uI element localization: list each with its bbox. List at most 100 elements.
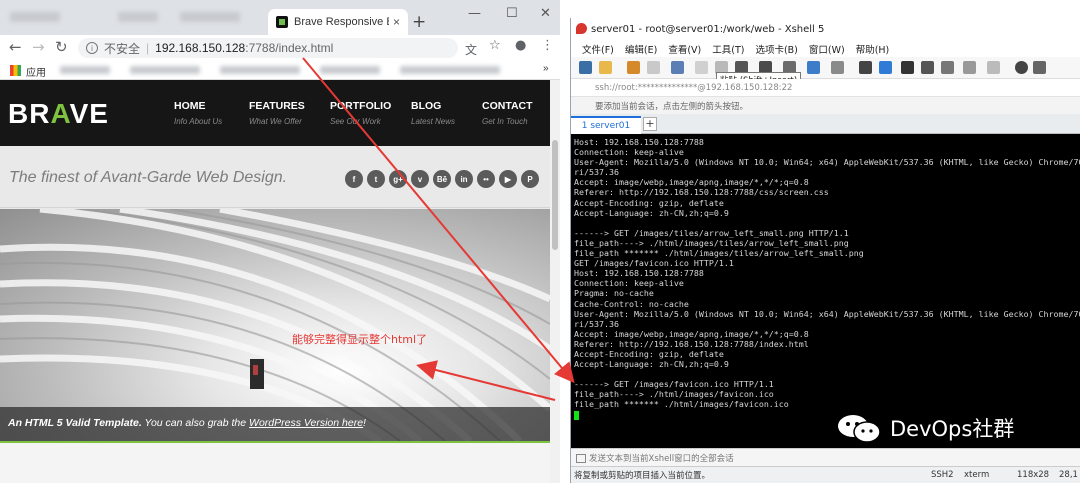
apps-icon[interactable]	[10, 65, 21, 76]
linkedin-icon[interactable]: in	[455, 170, 473, 188]
blurred-bookmark[interactable]	[130, 66, 200, 74]
bookmark-apps[interactable]: 应用	[26, 64, 46, 79]
menu-item[interactable]: 查看(V)	[668, 42, 701, 56]
keyboard-icon[interactable]	[941, 61, 954, 74]
menu-item[interactable]: 选项卡(B)	[755, 42, 797, 56]
blurred-tab[interactable]	[10, 12, 60, 22]
script-icon[interactable]	[859, 61, 872, 74]
disconnect-icon[interactable]	[647, 61, 660, 74]
open-folder-icon[interactable]	[599, 61, 612, 74]
bookmarks-overflow[interactable]: »	[543, 63, 549, 74]
nav-home[interactable]: HOME Info About Us	[174, 100, 222, 126]
back-icon[interactable]: ←	[9, 38, 22, 56]
xshell-logo-icon	[576, 23, 587, 34]
xshell-titlebar: server01 - root@server01:/work/web - Xsh…	[571, 18, 1080, 40]
behance-icon[interactable]: Bē	[433, 170, 451, 188]
address-bar[interactable]: i 不安全 | 192.168.150.128 :7788/index.html	[78, 38, 458, 58]
menu-item[interactable]: 帮助(H)	[856, 42, 890, 56]
terminal[interactable]: Host: 192.168.150.128:7788 Connection: ke…	[571, 134, 1080, 448]
add-icon[interactable]	[963, 61, 976, 74]
status-pos: 28,1	[1059, 470, 1078, 480]
compose-input[interactable]: 发送文本到当前Xshell窗口的全部会话	[571, 448, 1080, 466]
compose-icon[interactable]	[879, 61, 892, 74]
terminal-line: Accept: image/webp,image/apng,image/*,*/…	[574, 328, 809, 339]
hero-caption-bar: An HTML 5 Valid Template. You can also g…	[0, 407, 550, 441]
googleplus-icon[interactable]: g+	[389, 170, 407, 188]
nav-title: FEATURES	[249, 100, 305, 112]
terminal-line: Referer: http://192.168.150.128:7788/ind…	[574, 338, 809, 349]
nav-portfolio[interactable]: PORTFOLIO See Our Work	[330, 100, 391, 126]
close-tab-icon[interactable]: ×	[393, 15, 400, 29]
font-icon[interactable]	[831, 61, 844, 74]
maximize-icon[interactable]: ☐	[506, 6, 518, 21]
favicon-icon	[276, 16, 288, 28]
new-session-icon[interactable]	[579, 61, 592, 74]
help-icon[interactable]	[1015, 61, 1028, 74]
globe-icon[interactable]	[807, 61, 820, 74]
info-icon[interactable]: i	[86, 42, 98, 54]
site-logo[interactable]: BRAVE	[8, 98, 109, 130]
blurred-bookmark[interactable]	[60, 66, 110, 74]
status-term: xterm	[964, 470, 990, 480]
blurred-bookmark[interactable]	[400, 66, 500, 74]
bookmark-star-icon[interactable]: ☆	[489, 38, 501, 53]
blurred-bookmark[interactable]	[320, 66, 380, 74]
chat-icon[interactable]	[1033, 61, 1046, 74]
reload-icon[interactable]: ↻	[55, 38, 68, 56]
blurred-tab[interactable]	[180, 12, 240, 22]
scroll-thumb[interactable]	[552, 140, 558, 250]
terminal-line: file_path ******* ./html/images/tiles/ar…	[574, 248, 864, 259]
close-window-icon[interactable]: ✕	[540, 6, 551, 21]
menu-item[interactable]: 工具(T)	[712, 42, 744, 56]
terminal-line: User-Agent: Mozilla/5.0 (Windows NT 10.0…	[574, 157, 1080, 168]
pinterest-icon[interactable]: P	[521, 170, 539, 188]
wordpress-link[interactable]: WordPress Version here	[249, 417, 363, 429]
terminal-cursor	[574, 410, 579, 420]
browser-window: Brave Responsive Bu × + — ☐ ✕ ← → ↻ i 不安…	[0, 0, 560, 483]
terminal-line: Cache-Control: no-cache	[574, 298, 689, 309]
nav-subtitle: What We Offer	[249, 117, 302, 126]
blurred-bookmark[interactable]	[220, 66, 300, 74]
web-page: BRAVE HOME Info About Us FEATURES What We …	[0, 80, 550, 483]
forward-icon[interactable]: →	[32, 38, 45, 56]
youtube-icon[interactable]: ▶	[499, 170, 517, 188]
menu-icon[interactable]: ⋮	[541, 38, 554, 53]
fullscreen-icon[interactable]	[901, 61, 914, 74]
menu-item[interactable]: 文件(F)	[582, 42, 614, 56]
add-tab-button[interactable]: +	[643, 117, 657, 131]
connect-icon[interactable]	[627, 61, 640, 74]
layout-icon[interactable]	[987, 61, 1000, 74]
terminal-line: GET /images/favicon.ico HTTP/1.1	[574, 258, 734, 269]
status-ssh: SSH2	[931, 470, 954, 480]
properties-icon[interactable]	[671, 61, 684, 74]
session-address[interactable]: ssh://root:**************@192.168.150.12…	[571, 79, 1080, 97]
minimize-icon[interactable]: —	[468, 6, 481, 21]
menu-item[interactable]: 窗口(W)	[809, 42, 845, 56]
page-scrollbar[interactable]	[550, 80, 560, 483]
translate-icon[interactable]: 文	[465, 41, 477, 58]
facebook-icon[interactable]: f	[345, 170, 363, 188]
blurred-tab[interactable]	[118, 12, 158, 22]
nav-features[interactable]: FEATURES What We Offer	[249, 100, 305, 126]
menu-item[interactable]: 编辑(E)	[625, 42, 657, 56]
twitter-icon[interactable]: t	[367, 170, 385, 188]
bookmarks-bar: 应用 »	[0, 60, 560, 80]
nav-blog[interactable]: BLOG Latest News	[411, 100, 455, 126]
vimeo-icon[interactable]: v	[411, 170, 429, 188]
logo-accent: A	[50, 98, 70, 129]
tab-server01[interactable]: 1 server01	[571, 116, 641, 134]
terminal-line: ------> GET /images/tiles/arrow_left_sma…	[574, 227, 849, 238]
lock-icon[interactable]	[921, 61, 934, 74]
flickr-icon[interactable]: ••	[477, 170, 495, 188]
browser-tab-strip: Brave Responsive Bu × + — ☐ ✕	[0, 0, 560, 35]
nav-contact[interactable]: CONTACT Get In Touch	[482, 100, 533, 126]
copy-icon[interactable]	[695, 61, 708, 74]
social-links: f t g+ v Bē in •• ▶ P	[345, 170, 539, 188]
tagline-bar: The finest of Avant-Garde Web Design. ft…	[0, 146, 550, 208]
new-tab-button[interactable]: +	[412, 12, 426, 32]
account-icon[interactable]: ●	[515, 38, 526, 53]
nav-subtitle: Get In Touch	[482, 117, 528, 126]
tab-brave[interactable]: Brave Responsive Bu ×	[268, 9, 408, 35]
tab-title: Brave Responsive Bu	[294, 16, 389, 28]
terminal-line: Pragma: no-cache	[574, 288, 654, 299]
